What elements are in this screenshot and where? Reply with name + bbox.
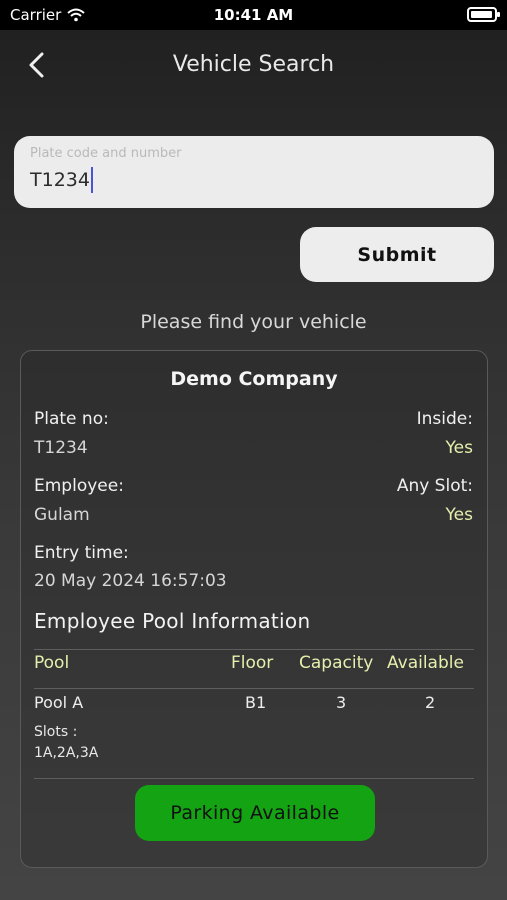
company-name: Demo Company: [170, 368, 338, 390]
pool-info-heading: Employee Pool Information: [34, 609, 311, 633]
text-caret: [90, 167, 93, 193]
battery-fill: [471, 11, 492, 18]
column-header-pool: Pool: [34, 653, 70, 673]
column-header-floor: Floor: [231, 653, 274, 673]
capacity-cell: 3: [336, 693, 347, 712]
employee-label: Employee:: [34, 476, 124, 496]
nav-header: Vehicle Search: [0, 30, 507, 100]
column-header-available: Available: [387, 653, 464, 673]
divider: [34, 688, 474, 689]
pool-name-cell: Pool A: [34, 693, 84, 712]
inside-label: Inside:: [416, 409, 473, 429]
floor-cell: B1: [245, 693, 267, 712]
status-time: 10:41 AM: [213, 6, 294, 24]
entry-time-label: Entry time:: [34, 543, 129, 563]
plate-search-input[interactable]: Plate code and number T1234: [14, 136, 494, 208]
entry-time-value: 20 May 2024 16:57:03: [34, 571, 227, 591]
plate-input-value: T1234: [30, 169, 90, 191]
any-slot-label: Any Slot:: [396, 476, 473, 496]
find-vehicle-text: Please find your vehicle: [140, 311, 367, 333]
vehicle-result-card: Demo Company Plate no: Inside: T1234 Yes…: [20, 350, 488, 868]
available-cell: 2: [425, 693, 436, 712]
column-header-capacity: Capacity: [299, 653, 374, 673]
inside-value: Yes: [445, 438, 473, 458]
status-bar: Carrier 10:41 AM: [0, 0, 507, 30]
parking-available-button[interactable]: Parking Available: [135, 785, 375, 841]
plate-input-value-row: T1234: [30, 167, 478, 193]
battery-icon: [467, 7, 500, 22]
slots-value: 1A,2A,3A: [34, 745, 99, 761]
any-slot-value: Yes: [445, 505, 473, 525]
divider: [34, 778, 474, 779]
divider: [34, 649, 474, 650]
plate-input-placeholder: Plate code and number: [30, 146, 182, 161]
plate-value: T1234: [34, 438, 88, 458]
employee-value: Gulam: [34, 505, 90, 525]
plate-label: Plate no:: [34, 409, 109, 429]
page-title: Vehicle Search: [172, 52, 335, 77]
slots-label: Slots :: [34, 724, 78, 740]
submit-button[interactable]: Submit: [300, 227, 494, 282]
